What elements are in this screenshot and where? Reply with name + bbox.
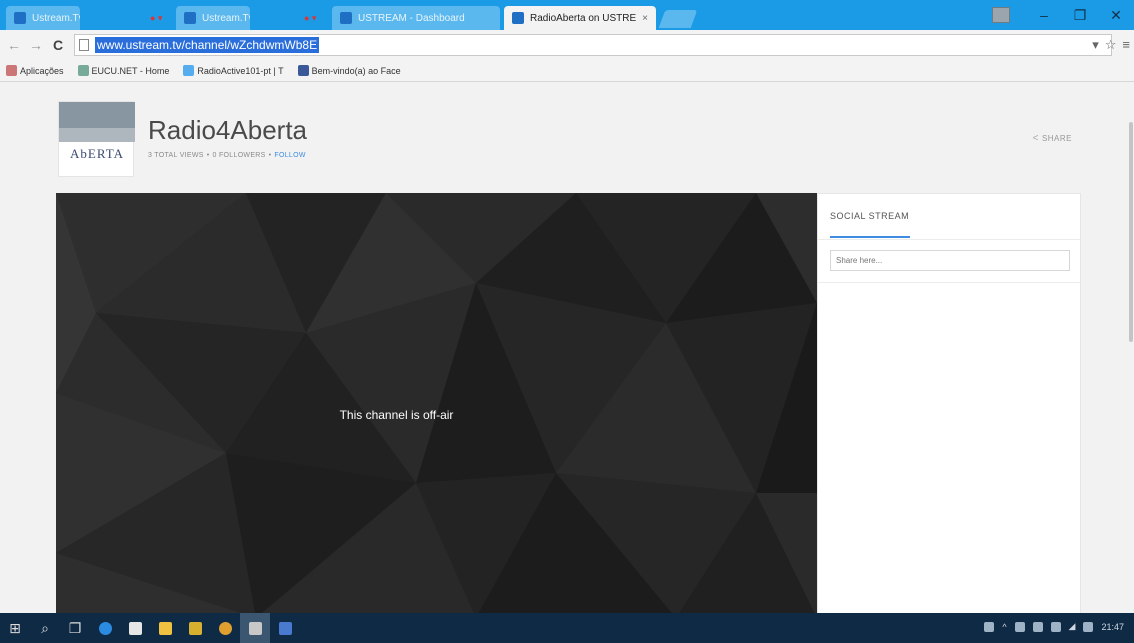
share-input[interactable]: [830, 250, 1070, 271]
share-icon: <: [1032, 133, 1039, 144]
network-icon[interactable]: [984, 621, 995, 632]
maximize-icon[interactable]: ❐: [1062, 7, 1098, 24]
scrollbar-thumb[interactable]: [1129, 122, 1133, 342]
bookmark-star-icon[interactable]: ☆: [1105, 37, 1117, 53]
back-icon[interactable]: ←: [6, 37, 22, 53]
tab-ustream-2[interactable]: Ustream.Tv: [176, 6, 250, 30]
forward-icon[interactable]: →: [28, 37, 44, 53]
new-tab-button[interactable]: [658, 10, 698, 28]
window-controls: – ❐ ✕: [992, 0, 1134, 30]
screen: Ustream.Tv ● ▾ Ustream.Tv ● ▾ USTREAM - …: [0, 0, 1134, 643]
tray-app-icon[interactable]: [1014, 621, 1025, 632]
extension-icon[interactable]: [992, 7, 1010, 23]
social-stream-panel: SOCIAL STREAM: [817, 193, 1081, 613]
social-stream-title: SOCIAL STREAM: [830, 211, 910, 221]
app-icon[interactable]: [270, 613, 300, 643]
meta-separator: •: [206, 152, 210, 159]
logo-text: AbERTA: [69, 146, 124, 161]
tab-ustream-1[interactable]: Ustream.Tv: [6, 6, 80, 30]
player-background-polygons: [56, 193, 817, 613]
eucu-icon: [77, 65, 89, 76]
tab-radioaberta[interactable]: RadioAberta on USTRE ×: [504, 6, 656, 30]
tab-label: RadioAberta on USTRE: [530, 12, 637, 24]
apps-icon: [6, 65, 17, 76]
tray-app-icon[interactable]: [1050, 621, 1061, 632]
tray-app-icon[interactable]: [1032, 621, 1043, 632]
store-icon[interactable]: [120, 613, 150, 643]
page-scrollbar[interactable]: [1128, 82, 1134, 613]
toolbar-right-icons: ▾ ☆ ≡: [1092, 37, 1130, 53]
bookmark-label: RadioActive101-pt | T: [197, 65, 284, 76]
tab-ustream-dashboard[interactable]: USTREAM - Dashboard: [332, 6, 500, 30]
file-explorer-icon[interactable]: [150, 613, 180, 643]
system-tray: ^ ◢ 21:47: [984, 621, 1124, 632]
channel-title: Radio4Aberta: [148, 115, 307, 145]
menu-icon[interactable]: ≡: [1122, 37, 1130, 53]
edge-icon[interactable]: [90, 613, 120, 643]
notifications-icon[interactable]: [1083, 621, 1094, 632]
ustream-favicon-icon: [340, 12, 352, 24]
share-button[interactable]: < SHARE: [1033, 133, 1072, 144]
volume-icon[interactable]: ◢: [1069, 621, 1076, 632]
windows-start-icon[interactable]: ⊞: [0, 613, 30, 643]
bookmark-label: EUCU.NET - Home: [91, 65, 170, 76]
twitter-icon: [183, 65, 195, 76]
video-player[interactable]: This channel is off-air: [56, 193, 817, 613]
browser-tab-strip: Ustream.Tv ● ▾ Ustream.Tv ● ▾ USTREAM - …: [0, 0, 1134, 30]
bookmark-radioactive[interactable]: RadioActive101-pt | T: [183, 65, 284, 76]
logo-block-light: [59, 128, 135, 142]
web-page: AbERTA Radio4Aberta 3 TOTAL VIEWS • 0 FO…: [0, 82, 1134, 613]
bookmark-label: Bem-vindo(a) ao Face: [311, 65, 401, 76]
chevron-up-icon[interactable]: ^: [1002, 622, 1006, 632]
ustream-favicon-icon: [14, 12, 26, 24]
clock[interactable]: 21:47: [1101, 622, 1124, 632]
tab-label: USTREAM - Dashboard: [358, 12, 465, 24]
off-air-message: This channel is off-air: [339, 408, 454, 422]
share-label: SHARE: [1041, 134, 1072, 143]
channel-meta: 3 TOTAL VIEWS • 0 FOLLOWERS • FOLLOW: [148, 152, 306, 159]
browser-toolbar: ← → C www.ustream.tv/channel/wZchdwmWb8E…: [0, 30, 1134, 60]
total-views: 3 TOTAL VIEWS: [148, 152, 204, 159]
divider: [818, 282, 1080, 283]
close-window-icon[interactable]: ✕: [1098, 7, 1134, 24]
followers-count: 0 FOLLOWERS: [212, 152, 266, 159]
page-icon: [79, 39, 89, 51]
tab-label: Ustream.Tv: [32, 12, 80, 24]
task-view-icon[interactable]: ❐: [60, 613, 90, 643]
url-text[interactable]: www.ustream.tv/channel/wZchdwmWb8E: [95, 37, 320, 53]
tab-underline: [830, 236, 910, 238]
divider: [818, 239, 1080, 240]
bookmark-facebook[interactable]: Bem-vindo(a) ao Face: [297, 65, 401, 76]
bookmarks-bar: Aplicações EUCU.NET - Home RadioActive10…: [0, 60, 1134, 82]
minimize-icon[interactable]: –: [1026, 7, 1062, 23]
meta-separator: •: [268, 152, 272, 159]
media-playing-icon: ● ▾: [150, 13, 163, 23]
bookmark-label: Aplicações: [20, 65, 64, 76]
ustream-favicon-icon: [184, 12, 196, 24]
extension-pin-icon[interactable]: ▾: [1092, 37, 1099, 53]
app-icon[interactable]: [240, 613, 270, 643]
channel-logo[interactable]: AbERTA: [58, 101, 135, 177]
media-playing-icon: ● ▾: [304, 13, 317, 23]
chrome-icon[interactable]: [210, 613, 240, 643]
tab-label: Ustream.Tv: [202, 12, 250, 24]
follow-link[interactable]: FOLLOW: [274, 152, 305, 159]
facebook-icon: [297, 65, 309, 76]
app-icon[interactable]: [180, 613, 210, 643]
bookmark-apps[interactable]: Aplicações: [6, 65, 64, 76]
address-bar[interactable]: www.ustream.tv/channel/wZchdwmWb8E: [74, 34, 1112, 56]
reload-icon[interactable]: C: [50, 37, 66, 53]
bookmark-eucu[interactable]: EUCU.NET - Home: [77, 65, 170, 76]
windows-taskbar: ⊞ ⌕ ❐ ^ ◢ 21:47: [0, 613, 1134, 643]
close-tab-icon[interactable]: ×: [642, 13, 648, 24]
ustream-favicon-icon: [512, 12, 524, 24]
search-icon[interactable]: ⌕: [30, 613, 60, 643]
